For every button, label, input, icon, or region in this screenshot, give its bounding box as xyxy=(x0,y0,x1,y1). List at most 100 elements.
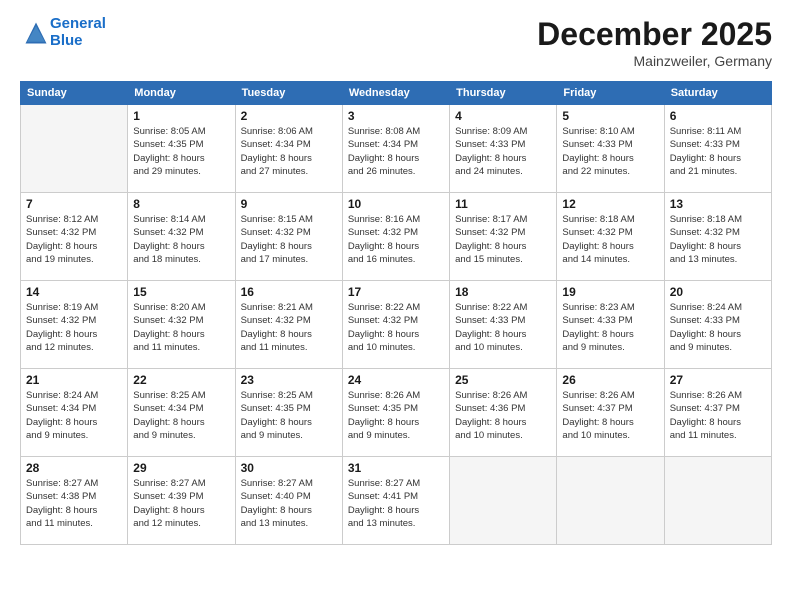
day-info-line: Sunrise: 8:24 AM xyxy=(26,390,98,401)
day-info-line: Daylight: 8 hours xyxy=(241,505,312,516)
day-info-line: Sunset: 4:32 PM xyxy=(455,227,525,238)
day-info-line: and 24 minutes. xyxy=(455,166,523,177)
day-info-line: Daylight: 8 hours xyxy=(670,417,741,428)
calendar-cell: 16Sunrise: 8:21 AMSunset: 4:32 PMDayligh… xyxy=(235,281,342,369)
calendar-cell xyxy=(21,105,128,193)
day-info-line: and 11 minutes. xyxy=(26,518,93,529)
header-thursday: Thursday xyxy=(450,82,557,105)
calendar-cell: 9Sunrise: 8:15 AMSunset: 4:32 PMDaylight… xyxy=(235,193,342,281)
day-number: 21 xyxy=(26,373,122,387)
day-info-line: Sunset: 4:39 PM xyxy=(133,491,203,502)
calendar-cell: 11Sunrise: 8:17 AMSunset: 4:32 PMDayligh… xyxy=(450,193,557,281)
day-number: 23 xyxy=(241,373,337,387)
calendar-week-3: 21 Sunrise: 8:24 AM Sunset: 4:34 PM Dayligh… xyxy=(21,369,772,457)
day-number: 24 xyxy=(348,373,444,387)
day-info: Sunrise: 8:26 AMSunset: 4:37 PMDaylight:… xyxy=(562,389,658,442)
day-number: 11 xyxy=(455,197,551,211)
day-number: 18 xyxy=(455,285,551,299)
day-info-line: and 16 minutes. xyxy=(348,254,416,265)
day-info-line: Sunrise: 8:26 AM xyxy=(348,390,420,401)
calendar-cell: 18 Sunrise: 8:22 AMSunset: 4:33 PMDayligh… xyxy=(450,281,557,369)
day-info-line: Daylight: 8 hours xyxy=(133,505,204,516)
day-number: 19 xyxy=(562,285,658,299)
calendar-cell xyxy=(450,457,557,545)
day-info: Sunrise: 8:26 AMSunset: 4:35 PMDaylight:… xyxy=(348,389,444,442)
header-monday: Monday xyxy=(128,82,235,105)
day-info: Sunrise: 8:08 AMSunset: 4:34 PMDaylight:… xyxy=(348,125,444,178)
calendar-cell: 3Sunrise: 8:08 AMSunset: 4:34 PMDaylight… xyxy=(342,105,449,193)
calendar-cell: 20Sunrise: 8:24 AMSunset: 4:33 PMDayligh… xyxy=(664,281,771,369)
day-info-line: and 15 minutes. xyxy=(455,254,523,265)
calendar-cell: 23Sunrise: 8:25 AMSunset: 4:35 PMDayligh… xyxy=(235,369,342,457)
day-number: 6 xyxy=(670,109,766,123)
calendar-week-4: 28Sunrise: 8:27 AMSunset: 4:38 PMDayligh… xyxy=(21,457,772,545)
page: General Blue December 2025 Mainzweiler, … xyxy=(0,0,792,612)
day-info-line: Sunset: 4:34 PM xyxy=(26,403,96,414)
calendar-cell xyxy=(557,457,664,545)
header: General Blue December 2025 Mainzweiler, … xyxy=(20,16,772,69)
day-info-line: Sunrise: 8:26 AM xyxy=(455,390,527,401)
day-info-line: Daylight: 8 hours xyxy=(26,241,97,252)
day-info-line: Sunset: 4:33 PM xyxy=(670,315,740,326)
day-info-line: and 12 minutes. xyxy=(133,518,201,529)
day-number: 28 xyxy=(26,461,122,475)
day-info-line: Sunset: 4:32 PM xyxy=(133,315,203,326)
day-info-line: and 10 minutes. xyxy=(455,430,523,441)
day-info: Sunrise: 8:16 AMSunset: 4:32 PMDaylight:… xyxy=(348,213,444,266)
day-info-line: Daylight: 8 hours xyxy=(241,329,312,340)
day-info-line: and 29 minutes. xyxy=(133,166,201,177)
day-info-line: Sunrise: 8:12 AM xyxy=(26,214,98,225)
day-info-line: Daylight: 8 hours xyxy=(455,153,526,164)
month-title: December 2025 xyxy=(537,16,772,53)
day-info-line: Sunrise: 8:06 AM xyxy=(241,126,313,137)
day-info: Sunrise: 8:12 AMSunset: 4:32 PMDaylight:… xyxy=(26,213,122,266)
day-info: Sunrise: 8:26 AMSunset: 4:36 PMDaylight:… xyxy=(455,389,551,442)
day-info-line: and 9 minutes. xyxy=(670,342,732,353)
day-info-line: Sunset: 4:32 PM xyxy=(562,227,632,238)
calendar-cell: 13Sunrise: 8:18 AMSunset: 4:32 PMDayligh… xyxy=(664,193,771,281)
day-info-line: Daylight: 8 hours xyxy=(670,153,741,164)
day-info-line: Daylight: 8 hours xyxy=(133,153,204,164)
day-number: 5 xyxy=(562,109,658,123)
calendar-cell: 24 Sunrise: 8:26 AMSunset: 4:35 PMDayligh… xyxy=(342,369,449,457)
day-info-line: Sunrise: 8:27 AM xyxy=(241,478,313,489)
day-info-line: and 26 minutes. xyxy=(348,166,416,177)
day-info-line: and 10 minutes. xyxy=(348,342,416,353)
day-info-line: and 10 minutes. xyxy=(455,342,523,353)
day-info-line: Sunrise: 8:15 AM xyxy=(241,214,313,225)
day-info-line: Sunset: 4:37 PM xyxy=(562,403,632,414)
day-info-line: and 13 minutes. xyxy=(670,254,738,265)
header-wednesday: Wednesday xyxy=(342,82,449,105)
day-info: Sunrise: 8:06 AMSunset: 4:34 PMDaylight:… xyxy=(241,125,337,178)
day-info-line: and 9 minutes. xyxy=(133,430,195,441)
calendar-table: Sunday Monday Tuesday Wednesday Thursday… xyxy=(20,81,772,545)
calendar-cell: 2Sunrise: 8:06 AMSunset: 4:34 PMDaylight… xyxy=(235,105,342,193)
day-info-line: Sunset: 4:41 PM xyxy=(348,491,418,502)
day-info-line: and 9 minutes. xyxy=(241,430,303,441)
day-info: Sunrise: 8:22 AMSunset: 4:33 PMDaylight:… xyxy=(455,301,551,354)
calendar-cell: 10Sunrise: 8:16 AMSunset: 4:32 PMDayligh… xyxy=(342,193,449,281)
calendar-cell: 19Sunrise: 8:23 AMSunset: 4:33 PMDayligh… xyxy=(557,281,664,369)
day-info-line: Daylight: 8 hours xyxy=(455,417,526,428)
day-number: 26 xyxy=(562,373,658,387)
day-info-line: Daylight: 8 hours xyxy=(455,241,526,252)
day-info: Sunrise: 8:14 AMSunset: 4:32 PMDaylight:… xyxy=(133,213,229,266)
day-info-line: and 13 minutes. xyxy=(241,518,309,529)
day-info-line: Sunrise: 8:05 AM xyxy=(133,126,205,137)
day-info: Sunrise: 8:15 AMSunset: 4:32 PMDaylight:… xyxy=(241,213,337,266)
day-info-line: Sunrise: 8:19 AM xyxy=(26,302,98,313)
header-saturday: Saturday xyxy=(664,82,771,105)
day-info: Sunrise: 8:26 AMSunset: 4:37 PMDaylight:… xyxy=(670,389,766,442)
day-info: Sunrise: 8:24 AMSunset: 4:33 PMDaylight:… xyxy=(670,301,766,354)
day-info-line: Sunset: 4:33 PM xyxy=(455,139,525,150)
calendar-cell xyxy=(664,457,771,545)
day-number: 15 xyxy=(133,285,229,299)
day-info: Sunrise: 8:21 AMSunset: 4:32 PMDaylight:… xyxy=(241,301,337,354)
calendar-cell: 22Sunrise: 8:25 AMSunset: 4:34 PMDayligh… xyxy=(128,369,235,457)
day-info-line: Sunrise: 8:26 AM xyxy=(562,390,634,401)
day-info-line: Daylight: 8 hours xyxy=(26,329,97,340)
day-info-line: Daylight: 8 hours xyxy=(348,329,419,340)
calendar-week-2: 14Sunrise: 8:19 AMSunset: 4:32 PMDayligh… xyxy=(21,281,772,369)
day-info: Sunrise: 8:27 AMSunset: 4:40 PMDaylight:… xyxy=(241,477,337,530)
day-info-line: Daylight: 8 hours xyxy=(455,329,526,340)
